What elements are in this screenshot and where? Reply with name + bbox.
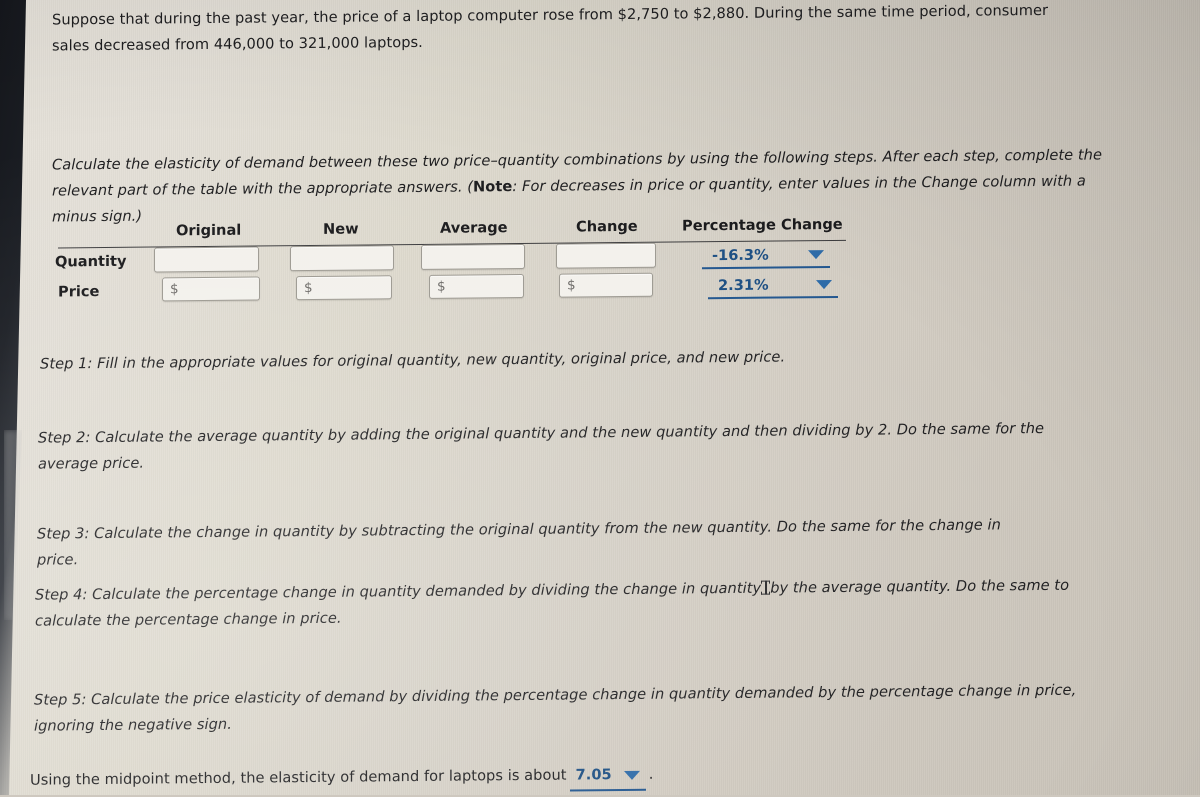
step-5-text: Step 5: Calculate the price elasticity o… <box>34 681 1077 735</box>
conclusion-suffix-text: . <box>648 765 654 783</box>
quantity-percentage-change-value: -16.3% <box>712 246 769 264</box>
column-header-new: New <box>323 220 359 238</box>
step-1-text: Step 1: Fill in the appropriate values f… <box>40 348 786 373</box>
elasticity-answer-value: 7.05 <box>575 766 612 784</box>
price-new-input[interactable] <box>296 275 392 301</box>
elasticity-answer-dropdown[interactable]: 7.05 <box>569 761 646 792</box>
column-header-original: Original <box>176 221 242 240</box>
price-percentage-change-dropdown[interactable]: 2.31% <box>708 273 838 300</box>
step-2-text: Step 2: Calculate the average quantity b… <box>38 419 1045 473</box>
price-percentage-change-value: 2.31% <box>718 276 769 294</box>
instructions-paragraph: Calculate the elasticity of demand betwe… <box>52 142 1112 230</box>
exercise-content: Suppose that during the past year, the p… <box>0 0 1200 795</box>
quantity-average-input[interactable] <box>421 243 525 270</box>
chevron-down-icon <box>623 770 640 780</box>
question-intro-text: Suppose that during the past year, the p… <box>52 1 1049 55</box>
quantity-original-input[interactable] <box>154 246 259 273</box>
column-header-change: Change <box>576 217 638 236</box>
column-header-percentage-change: Percentage Change <box>682 215 843 235</box>
quantity-new-input[interactable] <box>290 245 394 272</box>
question-intro-paragraph: Suppose that during the past year, the p… <box>52 0 1052 60</box>
quantity-change-input[interactable] <box>556 242 656 269</box>
conclusion-prefix-text: Using the midpoint method, the elasticit… <box>30 766 567 789</box>
instructions-note-label: Note <box>473 178 513 196</box>
chevron-down-icon <box>816 279 832 289</box>
price-change-input[interactable] <box>559 272 653 298</box>
step-4-text-part1: Step 4: Calculate the percentage change … <box>35 579 762 604</box>
price-original-input[interactable] <box>162 276 260 302</box>
row-label-quantity: Quantity <box>55 252 127 271</box>
row-label-price: Price <box>58 283 100 301</box>
price-average-input[interactable] <box>429 273 524 299</box>
text-cursor-icon <box>761 581 771 595</box>
column-header-average: Average <box>440 219 508 237</box>
step-3-text: Step 3: Calculate the change in quantity… <box>37 516 1001 569</box>
quantity-percentage-change-dropdown[interactable]: -16.3% <box>702 244 830 270</box>
chevron-down-icon <box>808 249 824 259</box>
step-4-text: Step 4: Calculate the percentage change … <box>35 572 1100 634</box>
